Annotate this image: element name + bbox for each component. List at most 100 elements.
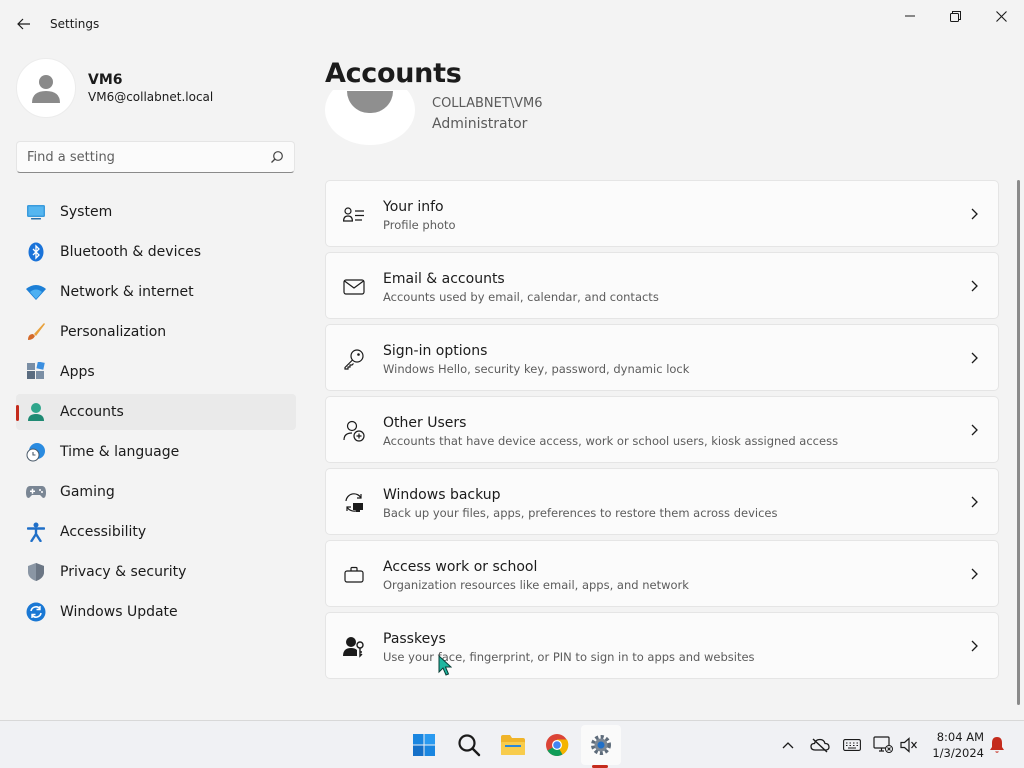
bluetooth-icon xyxy=(26,242,46,262)
sidebar-item-privacy-security[interactable]: Privacy & security xyxy=(16,554,296,590)
clock-date: 1/3/2024 xyxy=(932,746,984,760)
sidebar-item-label: Apps xyxy=(60,364,95,380)
key-icon xyxy=(343,348,365,370)
card-title: Your info xyxy=(383,199,444,215)
apps-icon xyxy=(26,362,46,382)
sidebar-item-network[interactable]: Network & internet xyxy=(16,274,296,310)
card-title: Access work or school xyxy=(383,559,538,575)
file-explorer-button[interactable] xyxy=(493,725,533,765)
user-avatar-icon xyxy=(32,75,60,103)
system-icon xyxy=(26,202,46,222)
sidebar-item-label: Privacy & security xyxy=(60,564,187,580)
minimize-icon xyxy=(905,15,915,17)
chevron-right-icon xyxy=(971,568,978,580)
search-input[interactable] xyxy=(27,142,267,172)
chevron-right-icon xyxy=(971,496,978,508)
sidebar-item-label: Personalization xyxy=(60,324,167,340)
sidebar-item-apps[interactable]: Apps xyxy=(16,354,296,390)
search-icon xyxy=(458,734,481,757)
page-title: Accounts xyxy=(325,58,462,89)
clock-time: 8:04 AM xyxy=(936,730,984,744)
onedrive-tray-button[interactable] xyxy=(810,735,830,755)
card-subtitle: Windows Hello, security key, password, d… xyxy=(383,362,690,376)
card-subtitle: Profile photo xyxy=(383,218,456,232)
sidebar-item-label: System xyxy=(60,204,113,220)
wifi-icon xyxy=(26,282,46,302)
card-your-info[interactable]: Your info Profile photo xyxy=(325,180,999,247)
account-avatar xyxy=(325,90,415,145)
sidebar-item-bluetooth[interactable]: Bluetooth & devices xyxy=(16,234,296,270)
account-role: Administrator xyxy=(432,116,528,132)
notifications-button[interactable] xyxy=(987,735,1007,755)
title-bar: Settings xyxy=(0,0,1024,48)
sidebar-item-label: Bluetooth & devices xyxy=(60,244,202,260)
chevron-up-icon xyxy=(782,742,794,749)
minimize-button[interactable] xyxy=(887,0,933,32)
sidebar-item-label: Accounts xyxy=(60,404,124,420)
card-title: Email & accounts xyxy=(383,271,505,287)
keyboard-icon xyxy=(843,739,861,751)
card-windows-backup[interactable]: Windows backup Back up your files, apps,… xyxy=(325,468,999,535)
card-passkeys[interactable]: Passkeys Use your face, fingerprint, or … xyxy=(325,612,999,679)
file-explorer-icon xyxy=(501,735,525,755)
sidebar-item-system[interactable]: System xyxy=(16,194,296,230)
app-title: Settings xyxy=(50,17,100,31)
sidebar-item-label: Time & language xyxy=(60,444,180,460)
show-hidden-icons-button[interactable] xyxy=(778,735,798,755)
network-tray-button[interactable] xyxy=(873,735,893,755)
start-button[interactable] xyxy=(404,725,444,765)
card-subtitle: Organization resources like email, apps,… xyxy=(383,578,689,592)
card-access-work-school[interactable]: Access work or school Organization resou… xyxy=(325,540,999,607)
sidebar-item-accessibility[interactable]: Accessibility xyxy=(16,514,296,550)
volume-muted-icon xyxy=(900,737,917,753)
chrome-button[interactable] xyxy=(537,725,577,765)
search-box[interactable] xyxy=(16,141,295,173)
sidebar-item-label: Gaming xyxy=(60,484,115,500)
sidebar-item-label: Network & internet xyxy=(60,284,194,300)
sidebar-item-windows-update[interactable]: Windows Update xyxy=(16,594,296,630)
keyboard-tray-button[interactable] xyxy=(842,735,862,755)
network-monitor-icon xyxy=(873,736,893,753)
chevron-right-icon xyxy=(971,352,978,364)
restore-button[interactable] xyxy=(932,0,978,32)
gamepad-icon xyxy=(26,482,46,502)
account-domain-name: COLLABNET\VM6 xyxy=(432,96,543,111)
user-profile[interactable]: VM6 VM6@collabnet.local xyxy=(16,58,213,118)
account-header: COLLABNET\VM6 Administrator xyxy=(325,90,825,150)
accessibility-icon xyxy=(26,522,46,542)
volume-tray-button[interactable] xyxy=(899,735,919,755)
taskbar-search-button[interactable] xyxy=(449,725,489,765)
card-other-users[interactable]: Other Users Accounts that have device ac… xyxy=(325,396,999,463)
settings-icon xyxy=(591,735,611,755)
back-button[interactable] xyxy=(12,12,36,36)
sidebar-item-personalization[interactable]: Personalization xyxy=(16,314,296,350)
taskbar: 8:04 AM 1/3/2024 xyxy=(0,720,1024,768)
settings-cards: Your info Profile photo Email & accounts… xyxy=(325,180,999,684)
settings-app-button[interactable] xyxy=(581,725,621,765)
close-button[interactable] xyxy=(978,0,1024,32)
accounts-icon xyxy=(26,402,46,422)
card-subtitle: Back up your files, apps, preferences to… xyxy=(383,506,778,520)
card-title: Other Users xyxy=(383,415,467,431)
card-sign-in-options[interactable]: Sign-in options Windows Hello, security … xyxy=(325,324,999,391)
search-icon[interactable] xyxy=(270,150,284,164)
card-email-accounts[interactable]: Email & accounts Accounts used by email,… xyxy=(325,252,999,319)
scrollbar[interactable] xyxy=(1017,180,1020,705)
start-icon xyxy=(413,734,435,756)
sidebar-item-accounts[interactable]: Accounts xyxy=(16,394,296,430)
sidebar-nav: System Bluetooth & devices Network & int… xyxy=(16,194,296,634)
restore-icon xyxy=(949,10,961,22)
chevron-right-icon xyxy=(971,280,978,292)
add-person-icon xyxy=(343,420,365,442)
back-arrow-icon xyxy=(17,18,30,30)
taskbar-clock[interactable]: 8:04 AM 1/3/2024 xyxy=(928,729,984,761)
chevron-right-icon xyxy=(971,424,978,436)
person-info-icon xyxy=(343,204,365,226)
sidebar-item-label: Accessibility xyxy=(60,524,147,540)
card-title: Sign-in options xyxy=(383,343,488,359)
sidebar-item-gaming[interactable]: Gaming xyxy=(16,474,296,510)
card-title: Passkeys xyxy=(383,631,446,647)
backup-icon xyxy=(343,492,365,514)
sidebar-item-time-language[interactable]: Time & language xyxy=(16,434,296,470)
update-icon xyxy=(26,602,46,622)
